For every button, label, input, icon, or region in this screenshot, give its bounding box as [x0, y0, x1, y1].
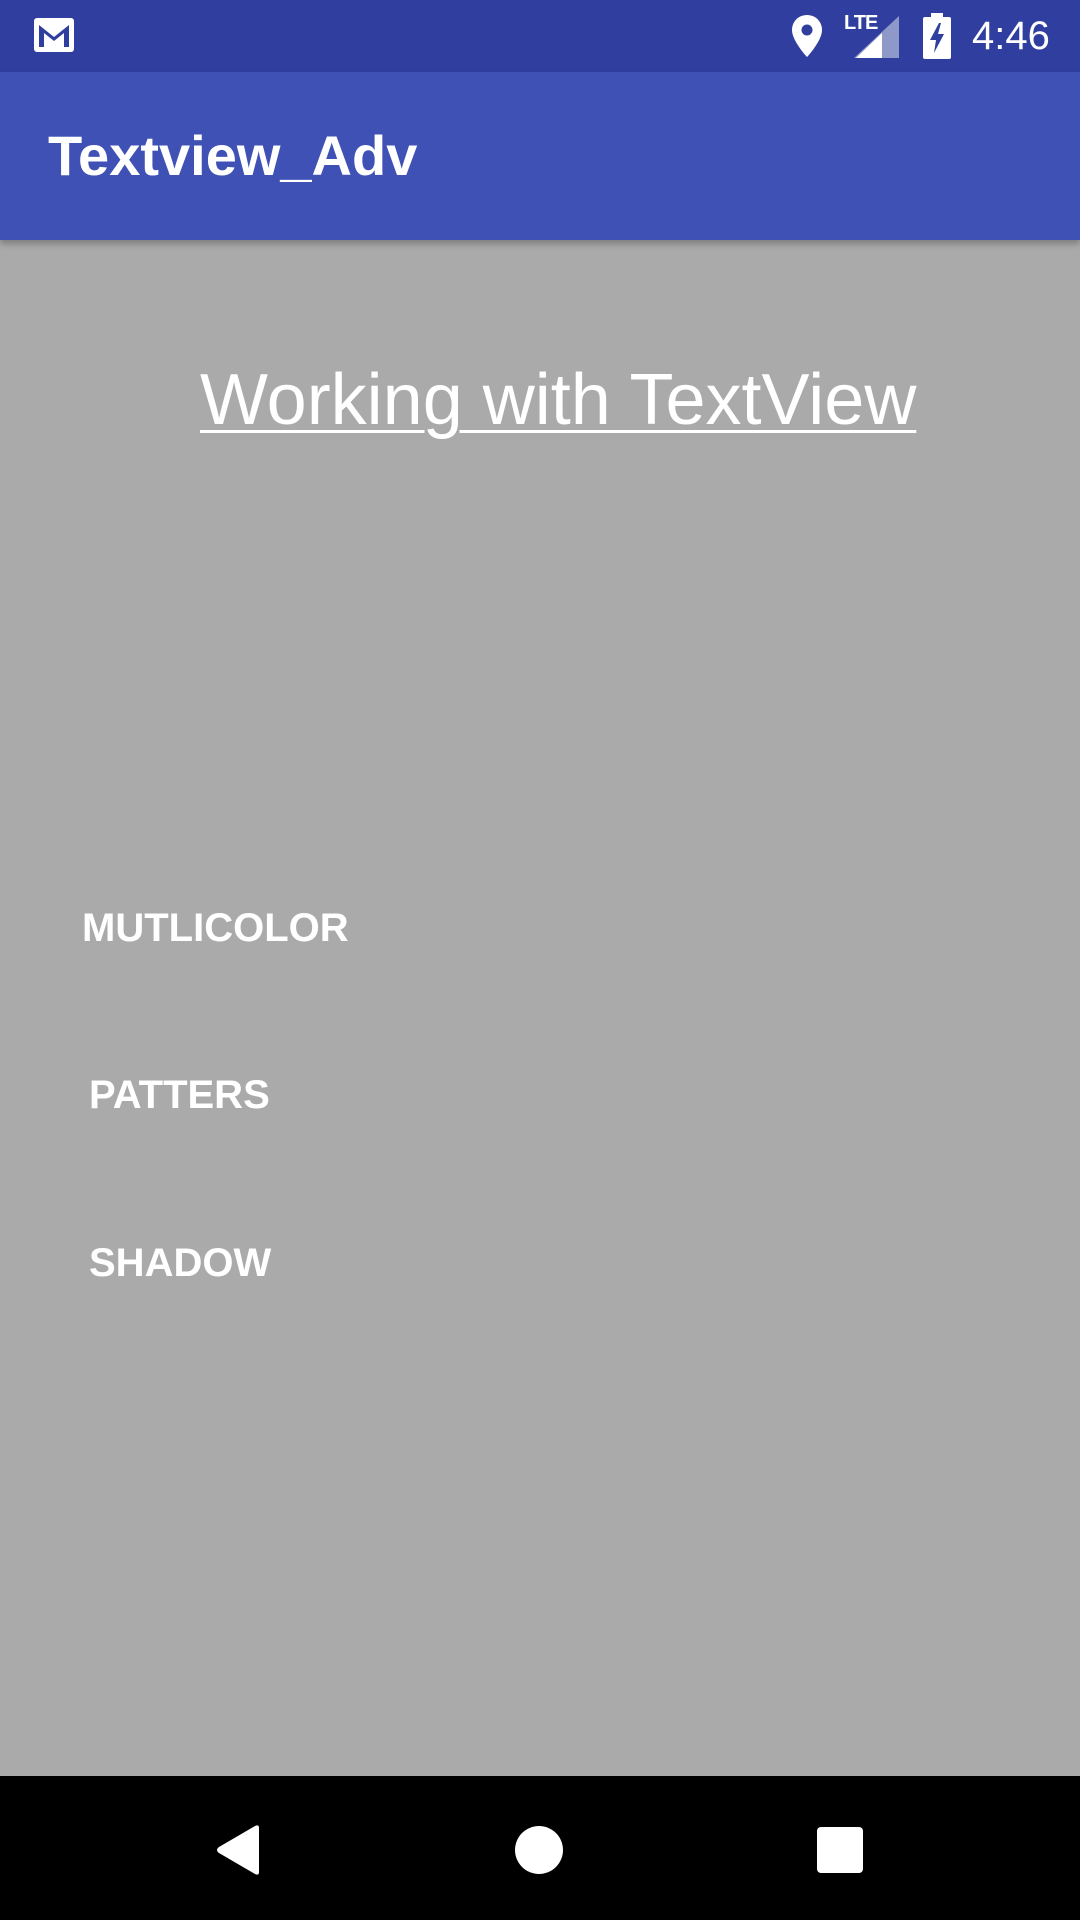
navigation-bar — [0, 1776, 1080, 1920]
multicolor-button[interactable]: MUTLICOLOR — [82, 904, 349, 952]
patters-button[interactable]: PATTERS — [89, 1071, 270, 1119]
gmail-icon — [34, 18, 74, 52]
status-bar: LTE 4:46 — [0, 0, 1080, 72]
location-icon — [792, 15, 822, 57]
recents-icon[interactable] — [817, 1827, 863, 1873]
app-bar: Textview_Adv — [0, 72, 1080, 240]
heading-textview: Working with TextView — [200, 360, 917, 440]
shadow-button[interactable]: SHADOW — [89, 1239, 271, 1287]
signal-icon — [854, 16, 899, 58]
back-icon[interactable] — [215, 1824, 263, 1876]
battery-charging-icon — [923, 13, 951, 59]
app-title: Textview_Adv — [48, 124, 418, 187]
screen: LTE 4:46 Textview_Adv Working with TextV… — [0, 0, 1080, 1920]
home-icon[interactable] — [515, 1826, 563, 1874]
status-time: 4:46 — [972, 14, 1050, 58]
